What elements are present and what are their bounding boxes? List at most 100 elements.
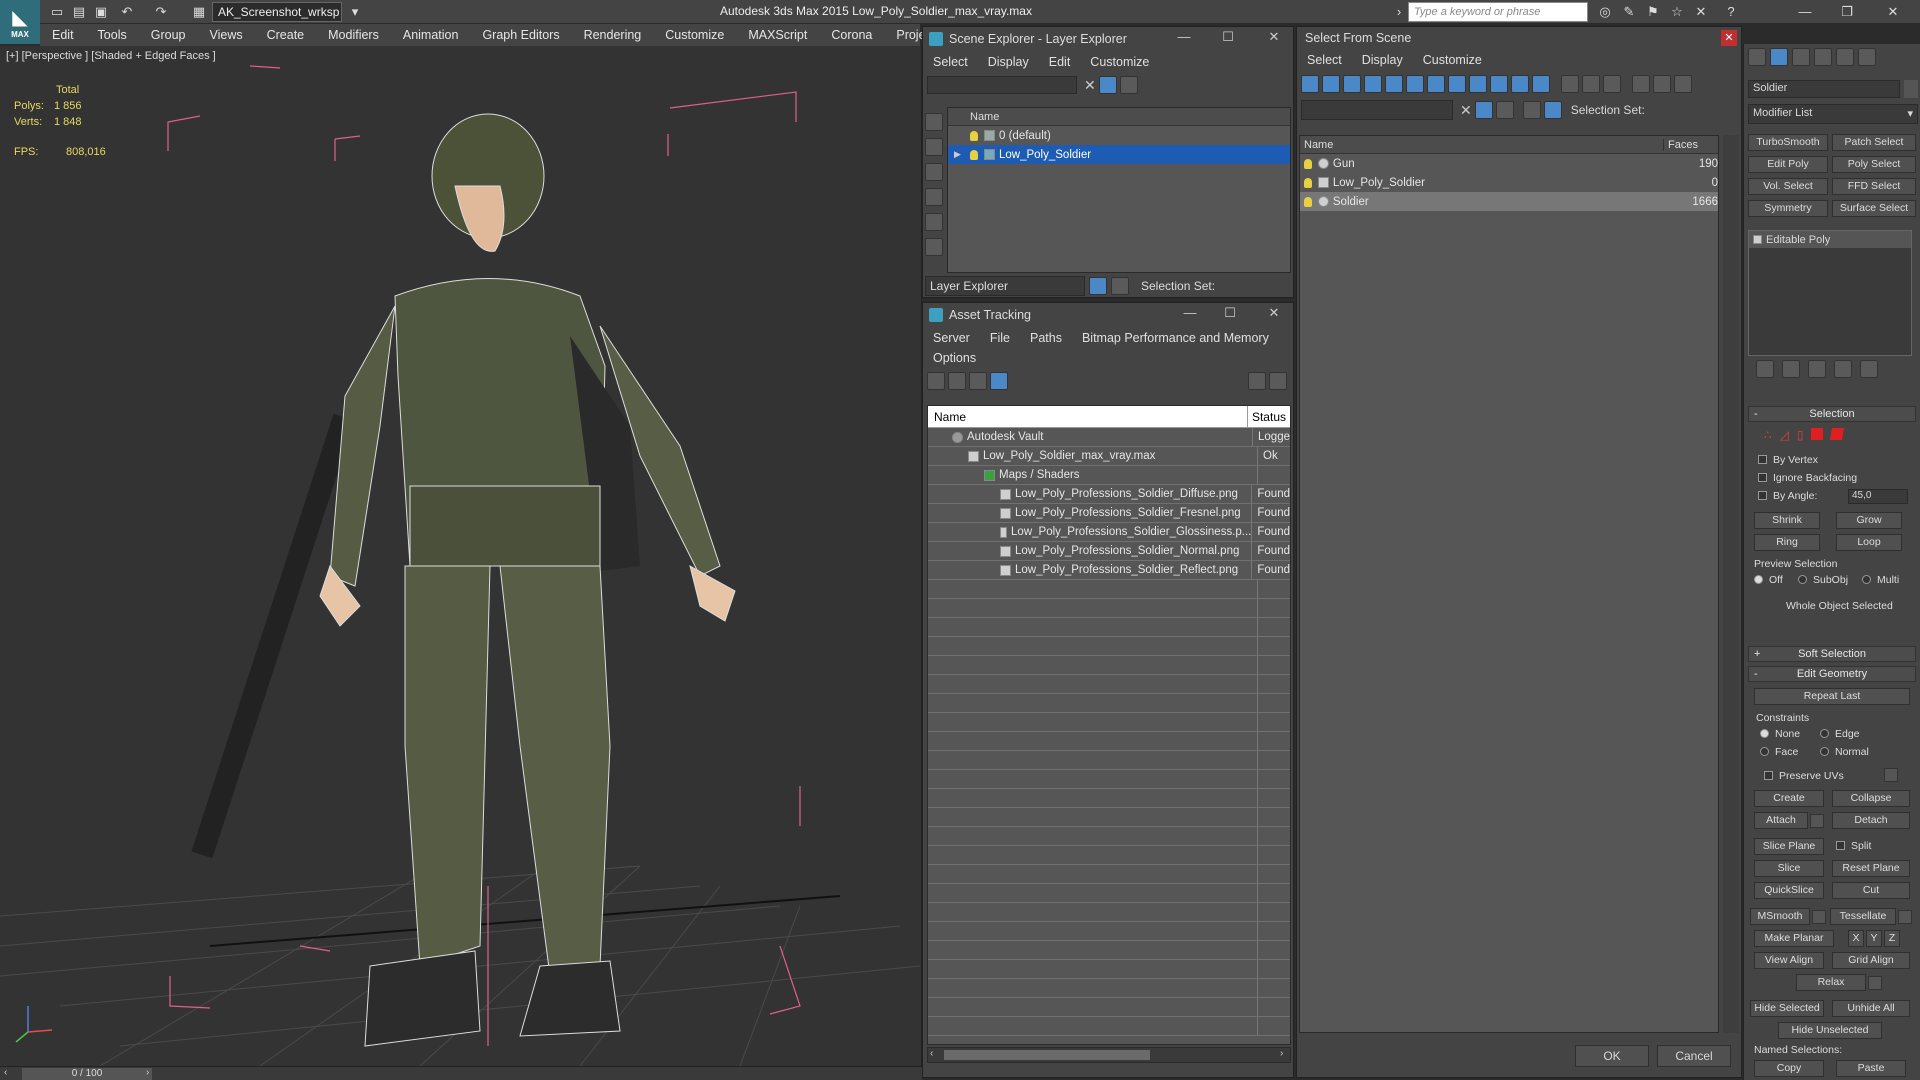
light-bulb-icon[interactable] [1304, 158, 1312, 169]
preview-multi-radio[interactable]: Multi [1862, 574, 1899, 586]
display-spacewarps-icon[interactable] [925, 238, 943, 256]
light-bulb-icon[interactable] [1304, 196, 1312, 207]
at-menu-bitmap[interactable]: Bitmap Performance and Memory [1072, 331, 1279, 345]
asset-row[interactable]: Autodesk Vault Logge [928, 428, 1290, 447]
hierarchy-tab-icon[interactable] [1792, 48, 1810, 66]
se-menu-display[interactable]: Display [978, 55, 1039, 69]
sfs-column-name[interactable]: Name [1300, 138, 1664, 151]
new-file-icon[interactable]: ▭ [48, 3, 66, 21]
display-frozen-icon[interactable] [1511, 75, 1529, 93]
project-folder-icon[interactable]: ▦ [190, 3, 208, 21]
object-color-swatch[interactable] [1904, 80, 1918, 98]
copy-button[interactable]: Copy [1754, 1060, 1824, 1077]
at-column-name[interactable]: Name [928, 406, 1248, 427]
binoculars-icon[interactable]: ◎ [1596, 3, 1614, 21]
display-lights-icon[interactable] [925, 163, 943, 181]
sfs-menu-display[interactable]: Display [1352, 53, 1413, 67]
object-hierarchy-icon[interactable] [1543, 101, 1562, 119]
asset-tracking-titlebar[interactable]: Asset Tracking — ☐ ✕ [923, 303, 1293, 327]
display-geometry-icon[interactable] [925, 113, 943, 131]
asset-row[interactable]: Low_Poly_Professions_Soldier_Reflect.png… [928, 561, 1290, 580]
expand-arrow-icon[interactable]: ▶ [954, 149, 970, 160]
scroll-right-icon[interactable]: › [1280, 1048, 1283, 1059]
at-column-status[interactable]: Status [1248, 406, 1290, 427]
menu-tools[interactable]: Tools [86, 28, 139, 42]
asset-row[interactable]: Low_Poly_Professions_Soldier_Glossiness.… [928, 523, 1290, 542]
at-menu-file[interactable]: File [980, 331, 1020, 345]
display-tab-icon[interactable] [1836, 48, 1854, 66]
object-name-field[interactable]: Soldier [1748, 80, 1900, 98]
display-groups-icon[interactable] [1427, 75, 1445, 93]
filter-icon[interactable] [1474, 101, 1493, 119]
save-icon[interactable]: ▣ [92, 3, 110, 21]
remove-modifier-icon[interactable] [1834, 360, 1852, 378]
perspective-viewport[interactable]: [+] [Perspective ] [Shaded + Edged Faces… [0, 46, 922, 1066]
at-menu-server[interactable]: Server [923, 331, 980, 345]
preview-subobj-radio[interactable]: SubObj [1798, 574, 1848, 586]
time-slider[interactable]: 0 / 100 [22, 1068, 152, 1080]
sfs-menu-select[interactable]: Select [1297, 53, 1352, 67]
modify-tab-icon[interactable] [1770, 48, 1788, 66]
display-hidden-icon[interactable] [1532, 75, 1550, 93]
chevron-left-icon[interactable]: ‹ [4, 1067, 7, 1078]
modifier-list-dropdown[interactable]: Modifier List ▾ [1748, 104, 1918, 124]
display-spacewarps-icon[interactable] [1406, 75, 1424, 93]
layer-explorer-icon[interactable] [1089, 277, 1107, 295]
display-cameras-icon[interactable] [925, 188, 943, 206]
scroll-left-icon[interactable]: ‹ [930, 1048, 933, 1059]
chevron-down-icon[interactable]: ▾ [346, 3, 364, 21]
show-end-result-icon[interactable] [1782, 360, 1800, 378]
loop-button[interactable]: Loop [1836, 534, 1902, 551]
motion-tab-icon[interactable] [1814, 48, 1832, 66]
make-planar-button[interactable]: Make Planar [1754, 930, 1834, 947]
ring-button[interactable]: Ring [1754, 534, 1820, 551]
tessellate-settings-icon[interactable] [1898, 910, 1912, 924]
display-lights-icon[interactable] [1343, 75, 1361, 93]
layer-row[interactable]: ▶ Low_Poly_Soldier [948, 145, 1290, 164]
polygon-icon[interactable] [1811, 428, 1824, 440]
display-helpers-icon[interactable] [925, 213, 943, 231]
by-angle-checkbox[interactable]: By Angle: [1758, 490, 1817, 502]
sfs-titlebar[interactable]: Select From Scene ✕ [1297, 27, 1741, 49]
ignore-backfacing-checkbox[interactable]: Ignore Backfacing [1758, 472, 1857, 484]
at-menu-options[interactable]: Options [923, 351, 986, 365]
filter-icon[interactable] [1098, 76, 1117, 94]
constraint-face-radio[interactable]: Face [1760, 746, 1798, 758]
layer-options-icon[interactable] [1119, 76, 1138, 94]
hierarchy-icon[interactable] [1111, 277, 1129, 295]
light-bulb-icon[interactable] [970, 149, 978, 160]
restore-icon[interactable]: ❐ [1828, 2, 1866, 22]
vertex-icon[interactable]: ∴ [1764, 428, 1772, 444]
sort-icon[interactable] [1653, 75, 1671, 93]
tessellate-button[interactable]: Tessellate [1830, 908, 1896, 925]
soft-selection-rollout[interactable]: + Soft Selection [1748, 646, 1916, 662]
preserve-uvs-checkbox[interactable]: Preserve UVs [1764, 770, 1844, 782]
relax-settings-icon[interactable] [1868, 976, 1882, 990]
display-bones-icon[interactable] [1469, 75, 1487, 93]
menu-views[interactable]: Views [197, 28, 254, 42]
view-align-button[interactable]: View Align [1754, 952, 1824, 969]
menu-rendering[interactable]: Rendering [572, 28, 654, 42]
exchange-icon[interactable]: ✕ [1692, 3, 1710, 21]
se-search-field[interactable] [927, 76, 1077, 94]
utilities-tab-icon[interactable] [1858, 48, 1876, 66]
search-input[interactable]: Type a keyword or phrase [1408, 2, 1588, 22]
repeat-last-button[interactable]: Repeat Last [1754, 688, 1910, 705]
restore-icon[interactable]: ☐ [1213, 29, 1243, 45]
edge-icon[interactable]: ◿ [1780, 428, 1789, 444]
angle-spinner[interactable]: 45,0 [1848, 489, 1908, 504]
by-vertex-checkbox[interactable]: By Vertex [1758, 454, 1818, 466]
se-menu-edit[interactable]: Edit [1039, 55, 1081, 69]
table-view-icon[interactable] [990, 372, 1008, 390]
poly-select-button[interactable]: Poly Select [1832, 156, 1916, 173]
menu-edit[interactable]: Edit [40, 28, 86, 42]
configure-sets-icon[interactable] [1860, 360, 1878, 378]
list-view-icon[interactable] [948, 372, 966, 390]
relax-button[interactable]: Relax [1796, 974, 1866, 991]
app-logo[interactable]: ◣ MAX [0, 0, 40, 44]
menu-graph-editors[interactable]: Graph Editors [470, 28, 571, 42]
help-icon[interactable]: ? [1722, 3, 1740, 21]
minimize-icon[interactable]: — [1786, 2, 1824, 22]
layer-icon[interactable] [1522, 101, 1541, 119]
paste-button[interactable]: Paste [1836, 1060, 1906, 1077]
